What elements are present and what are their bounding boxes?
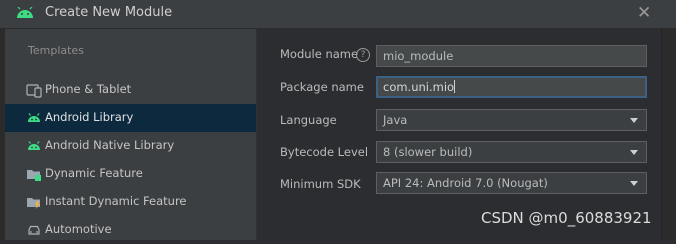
- help-icon[interactable]: ?: [356, 48, 370, 62]
- sidebar-item-label: Android Library: [45, 110, 134, 124]
- watermark: CSDN @m0_60883921: [481, 209, 652, 227]
- bytecode-level-label: Bytecode Level: [280, 145, 369, 159]
- language-value: Java: [383, 113, 408, 127]
- window-title: Create New Module: [45, 5, 173, 20]
- phone-tablet-icon: [26, 84, 42, 98]
- package-name-label: Package name: [280, 80, 364, 94]
- chevron-down-icon: [630, 118, 638, 123]
- package-name-value: com.uni.mio: [383, 80, 455, 94]
- module-name-field[interactable]: mio_module: [376, 45, 647, 67]
- background-panel-right: [661, 29, 676, 240]
- car-icon: [28, 225, 40, 235]
- sidebar-item-android-library[interactable]: Android Library: [5, 104, 256, 132]
- chevron-down-icon: [630, 150, 638, 155]
- language-label: Language: [280, 113, 337, 127]
- package-name-field[interactable]: com.uni.mio: [376, 76, 647, 98]
- minimum-sdk-select[interactable]: API 24: Android 7.0 (Nougat): [376, 172, 647, 194]
- template-sidebar: Templates Phone & Tablet Android Library…: [5, 29, 257, 240]
- sidebar-item-dynamic-feature[interactable]: Dynamic Feature: [5, 160, 256, 188]
- dynamic-feature-icon: [27, 170, 41, 181]
- module-name-label: Module name: [280, 47, 359, 61]
- templates-heading: Templates: [28, 44, 84, 57]
- android-icon: [28, 113, 40, 122]
- sidebar-item-instant-dynamic-feature[interactable]: Instant Dynamic Feature: [5, 188, 256, 216]
- sidebar-item-android-native-library[interactable]: Android Native Library: [5, 132, 256, 160]
- text-cursor: [454, 80, 456, 93]
- sidebar-item-label: Instant Dynamic Feature: [45, 194, 187, 208]
- sidebar-item-phone-tablet[interactable]: Phone & Tablet: [5, 76, 256, 104]
- minimum-sdk-label: Minimum SDK: [280, 177, 361, 191]
- chevron-down-icon: [630, 181, 638, 186]
- sidebar-item-label: Phone & Tablet: [45, 82, 132, 96]
- bytecode-level-select[interactable]: 8 (slower build): [376, 141, 647, 163]
- close-icon[interactable]: ✕: [637, 3, 651, 23]
- bytecode-level-value: 8 (slower build): [383, 145, 473, 159]
- title-bar: Create New Module ✕: [0, 0, 676, 29]
- minimum-sdk-value: API 24: Android 7.0 (Nougat): [383, 176, 548, 190]
- sidebar-item-label: Automotive: [45, 222, 112, 236]
- instant-dynamic-feature-icon: [27, 198, 40, 209]
- sidebar-item-label: Android Native Library: [45, 138, 175, 152]
- language-select[interactable]: Java: [376, 109, 647, 131]
- android-icon: [17, 7, 33, 18]
- sidebar-item-label: Dynamic Feature: [45, 166, 143, 180]
- android-native-icon: [28, 141, 40, 150]
